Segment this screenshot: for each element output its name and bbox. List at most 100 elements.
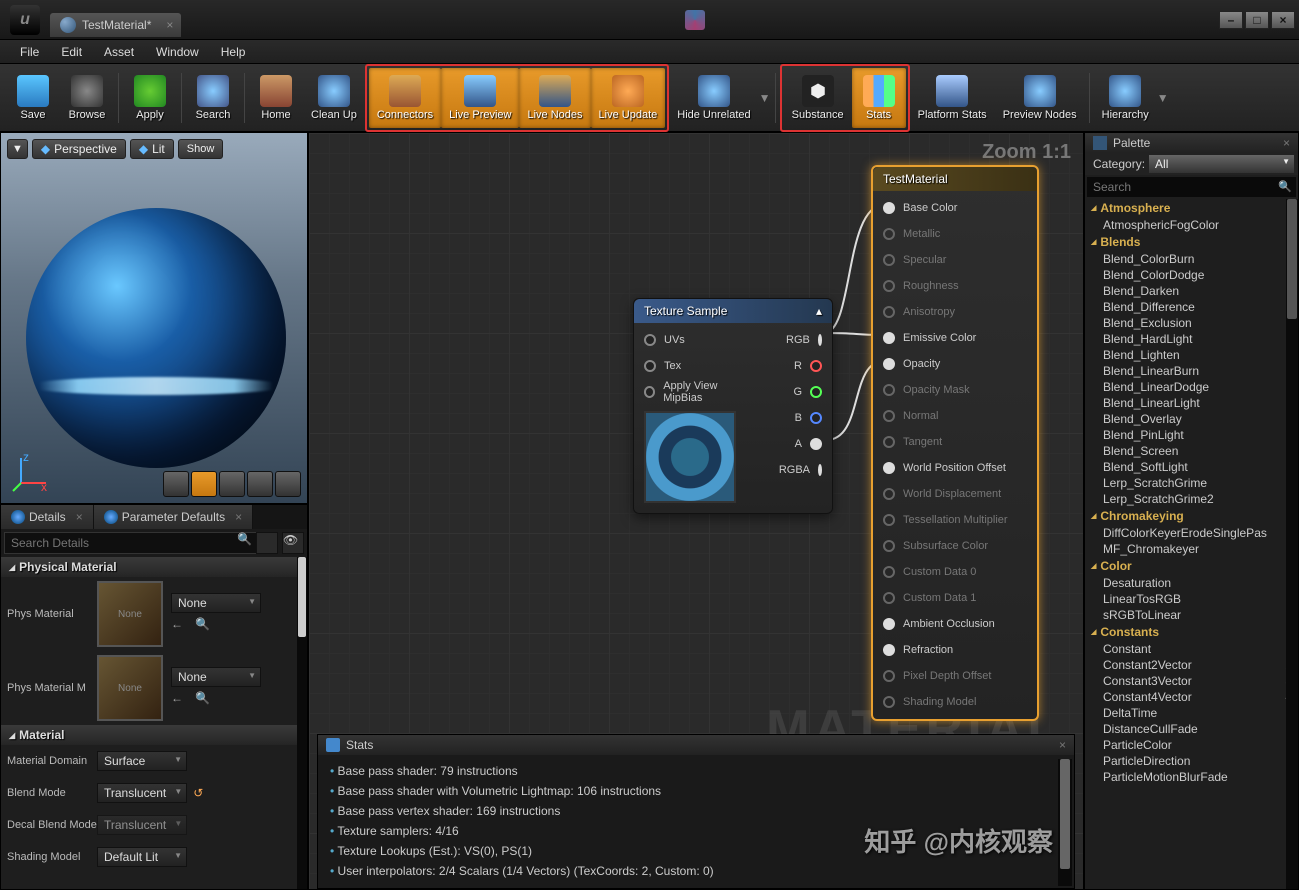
palette-item[interactable]: Blend_Screen	[1085, 443, 1298, 459]
palette-item[interactable]: Blend_Overlay	[1085, 411, 1298, 427]
result-pin-refraction[interactable]: Refraction	[873, 637, 1037, 663]
result-pin-subsurface-color[interactable]: Subsurface Color	[873, 533, 1037, 559]
phys-material-thumb[interactable]: None	[97, 581, 163, 647]
palette-item[interactable]: Blend_LinearBurn	[1085, 363, 1298, 379]
preview-viewport[interactable]: ▼ ◆Perspective ◆Lit Show zx	[0, 132, 308, 504]
palette-category-chromakeying[interactable]: Chromakeying	[1085, 507, 1298, 525]
palette-item[interactable]: Blend_Lighten	[1085, 347, 1298, 363]
cleanup-button[interactable]: Clean Up	[303, 68, 365, 128]
pin-dot[interactable]	[883, 696, 895, 708]
pin-dot[interactable]	[883, 592, 895, 604]
tex-pin[interactable]	[644, 360, 656, 372]
minimize-button[interactable]: –	[1219, 11, 1243, 29]
pin-dot[interactable]	[883, 670, 895, 682]
platform-stats-button[interactable]: Platform Stats	[910, 68, 995, 128]
search-button[interactable]: Search	[186, 68, 240, 128]
details-search-input[interactable]	[4, 532, 257, 554]
palette-item[interactable]: Blend_LinearLight	[1085, 395, 1298, 411]
pin-dot[interactable]	[883, 488, 895, 500]
save-button[interactable]: Save	[6, 68, 60, 128]
shape-cube[interactable]	[247, 471, 273, 497]
palette-item[interactable]: Blend_SoftLight	[1085, 459, 1298, 475]
palette-scrollbar[interactable]	[1286, 199, 1298, 889]
palette-category-constants[interactable]: Constants	[1085, 623, 1298, 641]
texture-sample-node[interactable]: Texture Sample▴ UVs Tex Apply View MipBi…	[633, 298, 833, 514]
phys-material-dropdown[interactable]: None	[171, 593, 261, 613]
browse-button[interactable]: Browse	[60, 68, 114, 128]
palette-item[interactable]: Lerp_ScratchGrime	[1085, 475, 1298, 491]
collapse-icon[interactable]: ▴	[816, 304, 822, 318]
menu-window[interactable]: Window	[146, 43, 209, 61]
result-pin-roughness[interactable]: Roughness	[873, 273, 1037, 299]
result-pin-world-position-offset[interactable]: World Position Offset	[873, 455, 1037, 481]
palette-item[interactable]: Desaturation	[1085, 575, 1298, 591]
result-pin-ambient-occlusion[interactable]: Ambient Occlusion	[873, 611, 1037, 637]
browse-asset-icon[interactable]: 🔍	[195, 617, 213, 635]
shape-cylinder[interactable]	[163, 471, 189, 497]
phys-material-mask-thumb[interactable]: None	[97, 655, 163, 721]
pin-dot[interactable]	[883, 410, 895, 422]
palette-item[interactable]: Blend_LinearDodge	[1085, 379, 1298, 395]
maximize-button[interactable]: □	[1245, 11, 1269, 29]
toolbar-dropdown-arrow[interactable]: ▼	[759, 91, 771, 105]
substance-button[interactable]: Substance	[784, 68, 852, 128]
palette-item[interactable]: AtmosphericFogColor	[1085, 217, 1298, 233]
result-pin-shading-model[interactable]: Shading Model	[873, 689, 1037, 715]
result-pin-tessellation-multiplier[interactable]: Tessellation Multiplier	[873, 507, 1037, 533]
material-result-node[interactable]: TestMaterial Base ColorMetallicSpecularR…	[871, 165, 1039, 721]
pin-dot[interactable]	[883, 228, 895, 240]
result-pin-opacity[interactable]: Opacity	[873, 351, 1037, 377]
pin-dot[interactable]	[883, 540, 895, 552]
palette-category-atmosphere[interactable]: Atmosphere	[1085, 199, 1298, 217]
category-dropdown[interactable]: All	[1149, 155, 1294, 173]
mipbias-pin[interactable]	[644, 386, 655, 398]
apply-button[interactable]: Apply	[123, 68, 177, 128]
palette-item[interactable]: Blend_HardLight	[1085, 331, 1298, 347]
result-pin-pixel-depth-offset[interactable]: Pixel Depth Offset	[873, 663, 1037, 689]
live-preview-button[interactable]: Live Preview	[441, 68, 519, 128]
result-pin-base-color[interactable]: Base Color	[873, 195, 1037, 221]
palette-item[interactable]: Blend_Exclusion	[1085, 315, 1298, 331]
reset-to-default-icon[interactable]: ↺	[193, 786, 203, 800]
pin-dot[interactable]	[883, 384, 895, 396]
result-pin-custom-data-1[interactable]: Custom Data 1	[873, 585, 1037, 611]
palette-item[interactable]: DeltaTime	[1085, 705, 1298, 721]
close-button[interactable]: ×	[1271, 11, 1295, 29]
shape-sphere[interactable]	[191, 471, 217, 497]
document-tab[interactable]: TestMaterial* ×	[50, 13, 181, 37]
menu-edit[interactable]: Edit	[51, 43, 92, 61]
hierarchy-button[interactable]: Hierarchy	[1094, 68, 1157, 128]
show-toggle[interactable]: Show	[178, 139, 224, 159]
tab-close-icon[interactable]: ×	[166, 18, 173, 32]
shape-custom[interactable]	[275, 471, 301, 497]
palette-item[interactable]: Constant2Vector2	[1085, 657, 1298, 673]
pin-dot[interactable]	[883, 306, 895, 318]
uvs-pin[interactable]	[644, 334, 656, 346]
use-asset-icon[interactable]: ←	[171, 691, 189, 709]
g-pin[interactable]	[810, 386, 822, 398]
a-pin[interactable]	[810, 438, 822, 450]
palette-item[interactable]: Constant3Vector3	[1085, 673, 1298, 689]
palette-category-color[interactable]: Color	[1085, 557, 1298, 575]
hierarchy-dropdown-arrow[interactable]: ▼	[1157, 91, 1169, 105]
pin-dot[interactable]	[883, 202, 895, 214]
material-graph[interactable]: Zoom 1:1 MATERIAL Texture Sample▴ UVs Te…	[308, 132, 1084, 890]
blend-mode-dropdown[interactable]: Translucent	[97, 783, 187, 803]
preview-nodes-button[interactable]: Preview Nodes	[995, 68, 1085, 128]
eye-button[interactable]: 👁	[282, 532, 304, 554]
perspective-toggle[interactable]: ◆Perspective	[32, 139, 126, 159]
palette-item[interactable]: Blend_Difference	[1085, 299, 1298, 315]
close-icon[interactable]: ×	[1283, 136, 1290, 150]
palette-item[interactable]: Blend_ColorBurn	[1085, 251, 1298, 267]
shading-model-dropdown[interactable]: Default Lit	[97, 847, 187, 867]
result-pin-normal[interactable]: Normal	[873, 403, 1037, 429]
close-icon[interactable]: ×	[76, 510, 83, 524]
result-pin-world-displacement[interactable]: World Displacement	[873, 481, 1037, 507]
pin-dot[interactable]	[883, 280, 895, 292]
parameter-defaults-tab[interactable]: Parameter Defaults×	[94, 505, 253, 529]
connectors-button[interactable]: Connectors	[369, 68, 441, 128]
pin-dot[interactable]	[883, 254, 895, 266]
menu-asset[interactable]: Asset	[94, 43, 144, 61]
details-scrollbar[interactable]	[297, 557, 307, 889]
use-asset-icon[interactable]: ←	[171, 617, 189, 635]
